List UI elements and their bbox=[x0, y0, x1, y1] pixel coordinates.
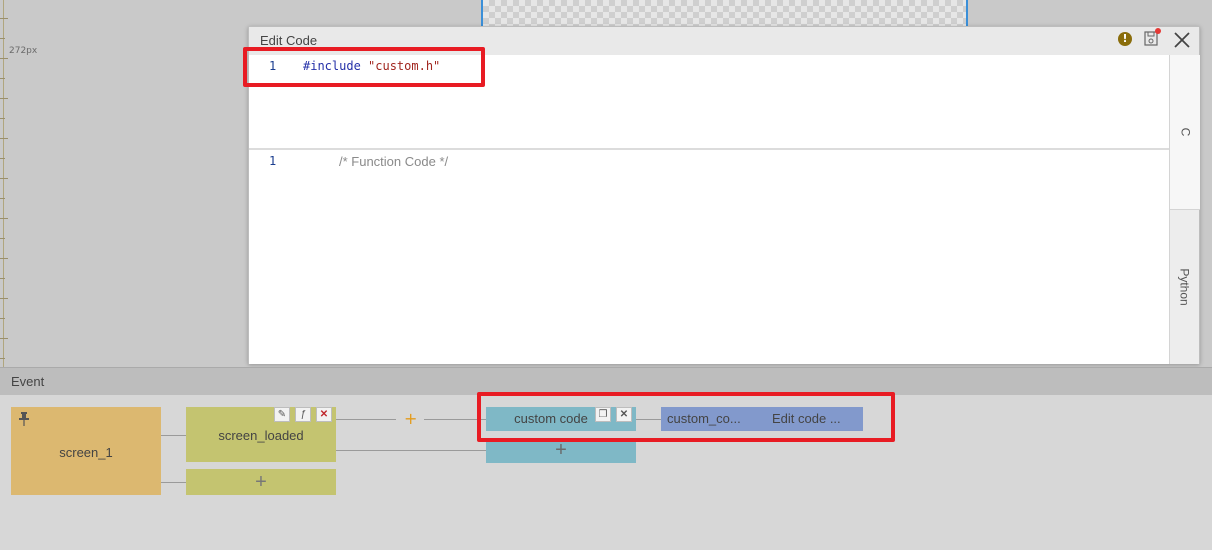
ruler-label: 272px bbox=[9, 46, 38, 56]
highlight-box-include bbox=[243, 47, 485, 87]
edit-icon[interactable]: ✎ bbox=[274, 407, 290, 422]
event-panel-header: Event bbox=[0, 367, 1212, 395]
pin-icon[interactable] bbox=[18, 412, 30, 426]
code-comment: /* Function Code */ bbox=[339, 154, 449, 169]
connector-line bbox=[336, 419, 396, 420]
unsaved-dot bbox=[1155, 28, 1161, 34]
warning-icon[interactable]: ! bbox=[1118, 32, 1132, 46]
tab-python-label: Python bbox=[1178, 268, 1193, 306]
line-number: 1 bbox=[269, 154, 277, 168]
trigger-node[interactable]: screen_loaded ✎ ƒ ✕ bbox=[186, 407, 336, 462]
tab-python[interactable]: Python bbox=[1170, 210, 1200, 364]
screen-preview[interactable] bbox=[481, 0, 968, 26]
event-panel-title: Event bbox=[11, 374, 45, 389]
add-action-button[interactable]: + bbox=[404, 409, 417, 428]
function-code-editor[interactable]: 1 /* Function Code */ bbox=[249, 148, 1169, 364]
close-icon[interactable] bbox=[1171, 29, 1193, 51]
connector-line bbox=[161, 482, 186, 483]
screen-node[interactable]: screen_1 bbox=[11, 407, 161, 495]
screen-node-label: screen_1 bbox=[59, 445, 113, 460]
connector-line bbox=[161, 435, 186, 436]
code-icon[interactable]: ƒ bbox=[295, 407, 311, 422]
connector-line bbox=[336, 450, 486, 451]
trigger-node-label: screen_loaded bbox=[218, 428, 304, 443]
tab-c-label: C bbox=[1177, 127, 1192, 137]
tab-c[interactable]: C bbox=[1170, 55, 1200, 210]
delete-icon[interactable]: ✕ bbox=[316, 407, 332, 422]
add-event-button[interactable]: + bbox=[186, 469, 336, 495]
dialog-title: Edit Code bbox=[260, 33, 318, 48]
highlight-box-custom-code bbox=[477, 392, 895, 442]
language-tabs: C Python bbox=[1169, 55, 1200, 364]
